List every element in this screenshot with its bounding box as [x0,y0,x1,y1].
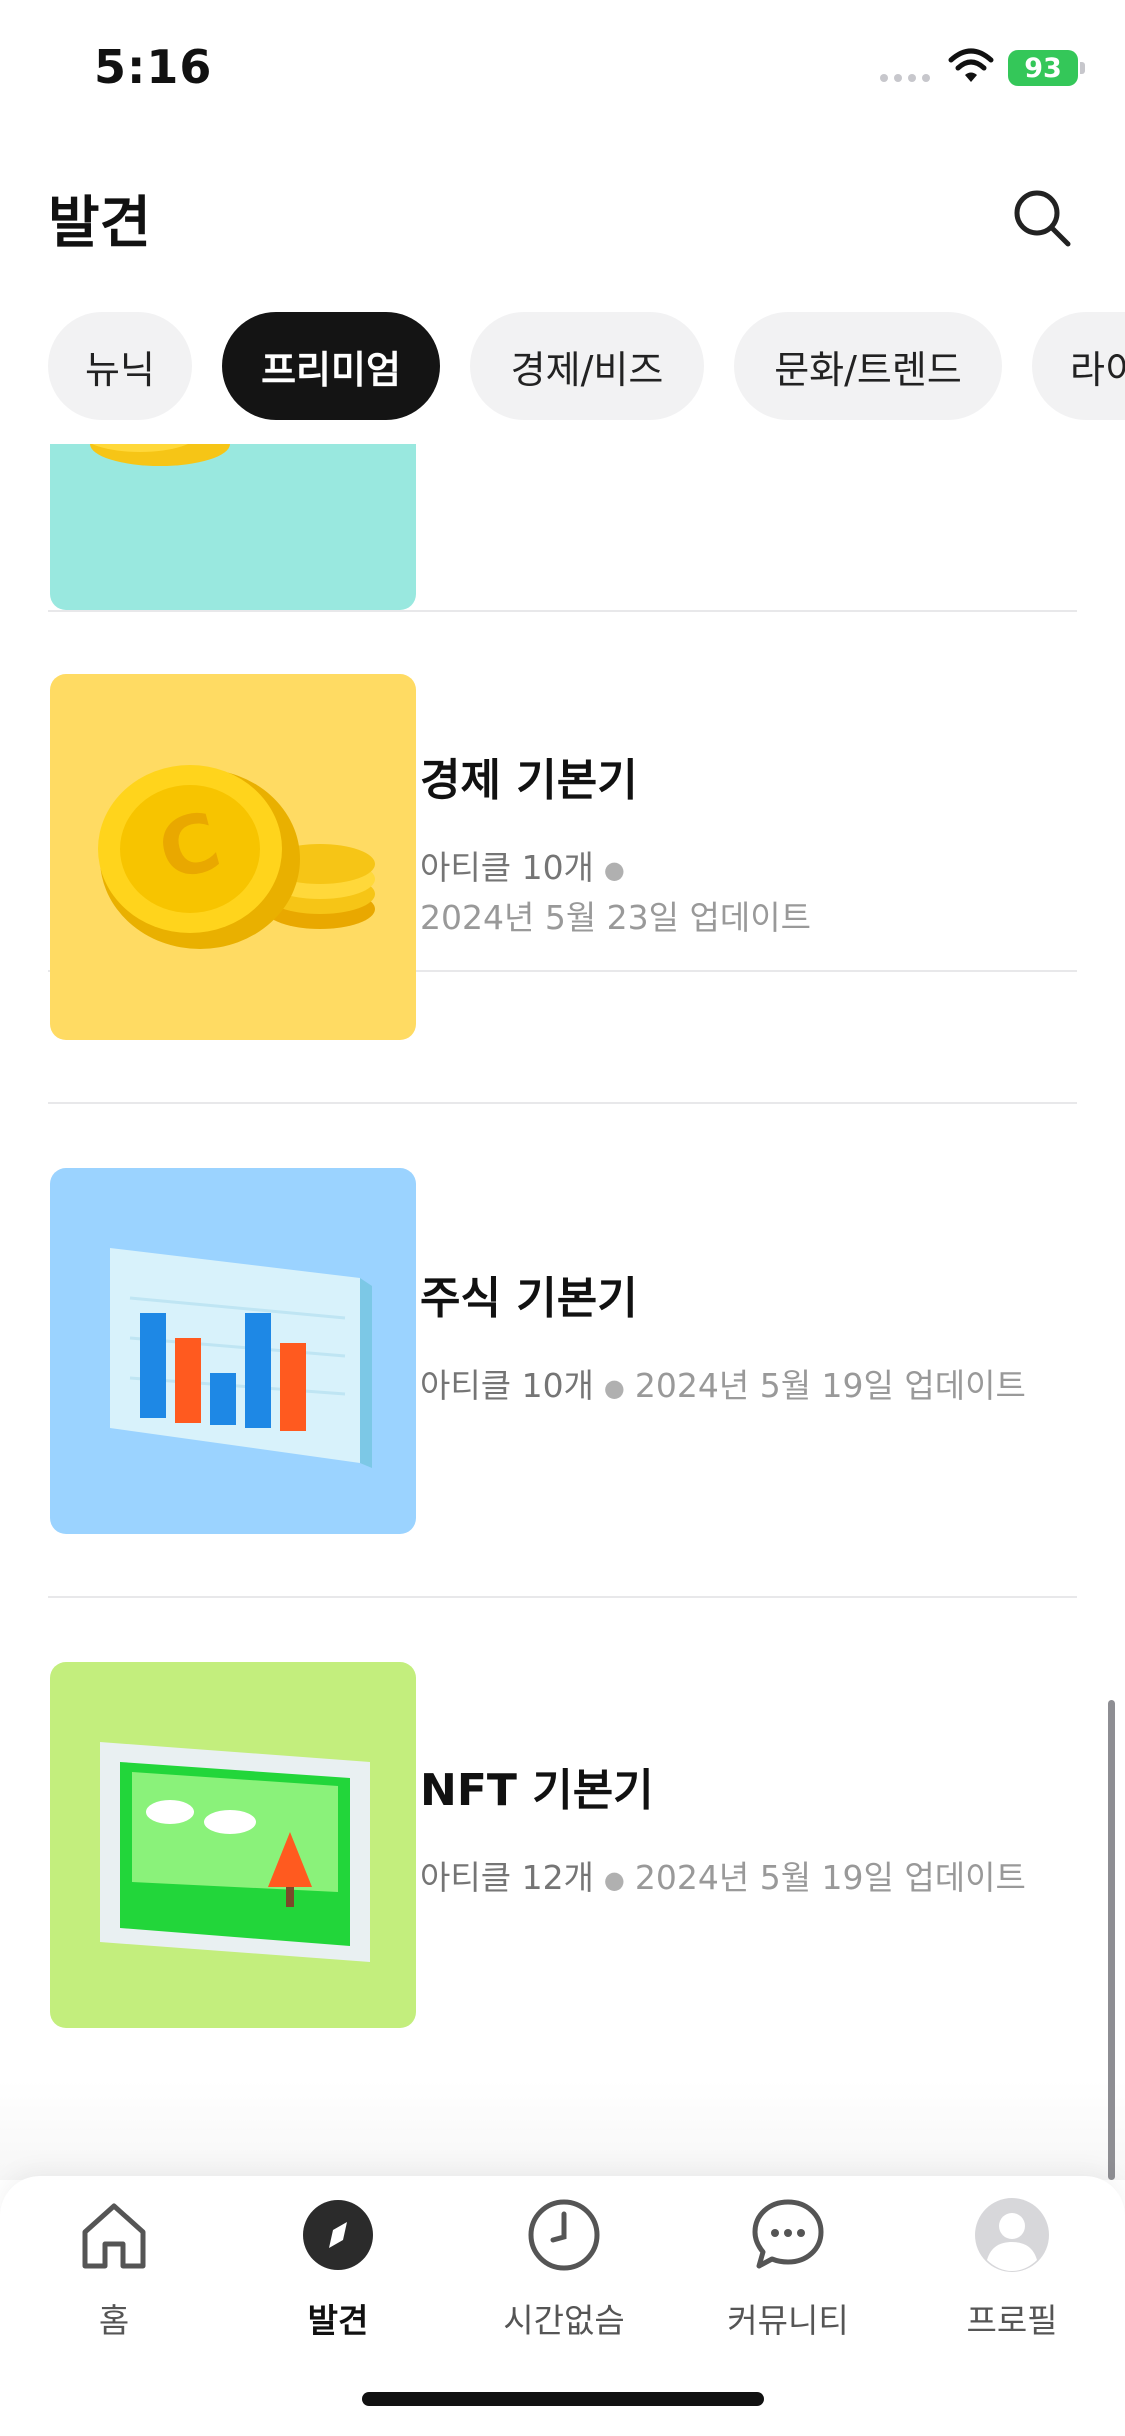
divider [48,610,1077,612]
item-thumbnail: C [50,674,416,1040]
cellular-signal-icon [880,74,930,82]
article-count: 아티클 10개 [420,1366,594,1405]
status-time: 5:16 [94,40,213,94]
compass-icon [303,2200,373,2270]
series-list: C 경제 기본기 아티클 10개 ● 2024년 5월 23일 업데이트 주식 … [0,444,1125,2184]
page-title: 발견 [48,191,152,256]
item-meta: 아티클 10개 ● 2024년 5월 23일 업데이트 [420,844,880,942]
update-date: 2024년 5월 19일 업데이트 [634,1366,1026,1405]
gold-coins-icon: C [98,765,375,949]
clock-icon [528,2199,600,2271]
item-thumbnail [50,1662,416,2028]
bottom-fade [0,2080,1125,2180]
chip-premium[interactable]: 프리미엄 [222,312,440,420]
item-thumbnail [50,1168,416,1534]
chat-bubble-icon [752,2199,824,2269]
update-date: 2024년 5월 19일 업데이트 [634,1858,1026,1897]
list-item-partial[interactable] [48,444,1077,610]
separator-dot: ● [603,855,625,884]
search-icon[interactable] [1010,186,1074,250]
item-title: NFT 기본기 [420,1765,654,1816]
divider [48,1596,1077,1598]
avatar-icon [975,2198,1049,2272]
framed-picture-icon [100,1742,370,1962]
battery-level: 93 [1024,52,1062,84]
bar-chart-icon [110,1248,372,1468]
tab-community[interactable]: 커뮤니티 [698,2196,878,2366]
status-bar: 5:16 93 [0,0,1125,135]
category-chips: 뉴닉 프리미엄 경제/비즈 문화/트렌드 라이 [0,312,1125,422]
tab-label: 발견 [307,2301,369,2340]
update-date: 2024년 5월 23일 업데이트 [420,897,811,937]
item-title: 주식 기본기 [420,1273,638,1324]
tab-label: 프로필 [966,2301,1058,2340]
battery-tip [1080,62,1085,74]
chip-economy-biz[interactable]: 경제/비즈 [470,312,704,420]
separator-dot: ● [603,1865,625,1894]
coins-illustration-icon [90,444,230,466]
separator-dot: ● [603,1373,625,1402]
tab-label: 홈 [98,2301,130,2340]
partial-thumbnail [50,444,416,610]
tab-label: 커뮤니티 [727,2301,849,2340]
article-count: 아티클 12개 [420,1858,594,1897]
divider [48,1102,1077,1104]
tab-discover[interactable]: 발견 [248,2196,428,2366]
item-title: 경제 기본기 [420,755,638,806]
item-meta: 아티클 10개 ● 2024년 5월 19일 업데이트 [420,1362,1026,1412]
scrollbar[interactable] [1108,1700,1115,2180]
list-item[interactable] [48,1662,1077,2028]
chip-culture-trend[interactable]: 문화/트렌드 [734,312,1002,420]
item-meta: 아티클 12개 ● 2024년 5월 19일 업데이트 [420,1854,1026,1904]
article-count: 아티클 10개 [420,848,594,887]
home-indicator [362,2392,764,2406]
chip-life[interactable]: 라이 [1032,312,1125,420]
battery-icon: 93 [1008,50,1078,86]
tab-profile[interactable]: 프로필 [922,2196,1102,2366]
home-icon [82,2203,146,2269]
tab-no-time[interactable]: 시간없슴 [474,2196,654,2366]
tab-home[interactable]: 홈 [24,2196,204,2366]
wifi-icon [948,48,994,82]
tab-label: 시간없슴 [503,2301,625,2340]
chip-newneek[interactable]: 뉴닉 [48,312,192,420]
